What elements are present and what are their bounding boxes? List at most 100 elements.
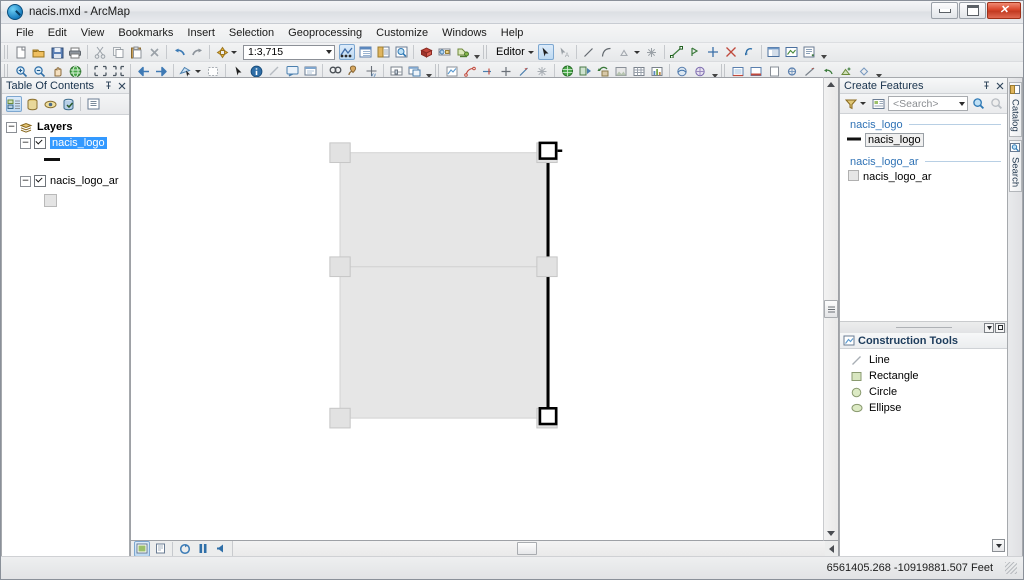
collapse-down-button[interactable] <box>984 322 994 333</box>
editor-tools-grip[interactable] <box>435 64 440 78</box>
python-window-icon[interactable] <box>454 44 470 60</box>
close-icon[interactable] <box>994 80 1005 91</box>
scroll-down-button[interactable] <box>824 527 838 540</box>
search-tab[interactable]: Search <box>1008 139 1022 192</box>
redo-icon[interactable] <box>189 44 205 60</box>
delete-icon[interactable] <box>146 44 162 60</box>
split-icon[interactable] <box>669 44 685 60</box>
create-features-window-icon[interactable] <box>802 44 818 60</box>
refresh-button[interactable] <box>177 541 193 557</box>
organize-templates-icon[interactable] <box>870 96 886 112</box>
reshape-icon[interactable] <box>723 44 739 60</box>
menu-item-windows[interactable]: Windows <box>435 26 494 40</box>
search-icon[interactable] <box>970 96 986 112</box>
edit-vertices-icon[interactable] <box>705 44 721 60</box>
map-scale-combo[interactable]: 1:3,715 <box>243 44 335 60</box>
editor-menu-label[interactable]: Editor <box>491 46 528 58</box>
toc-root-layers[interactable]: − Layers <box>2 119 129 135</box>
construction-tool-circle[interactable]: Circle <box>840 384 1007 400</box>
new-document-icon[interactable] <box>13 44 29 60</box>
polygon-symbol-swatch[interactable] <box>44 193 57 207</box>
map-horizontal-scrollbar[interactable] <box>232 541 825 556</box>
minimize-button[interactable] <box>931 2 958 19</box>
straight-segment-icon[interactable] <box>581 44 597 60</box>
collapse-icon[interactable]: − <box>20 175 31 187</box>
list-by-drawing-order-icon[interactable] <box>6 96 22 112</box>
pin-icon[interactable] <box>103 80 114 91</box>
construction-tool-rectangle[interactable]: Rectangle <box>840 368 1007 384</box>
editor-toolbar-toggle-icon[interactable] <box>339 44 355 60</box>
attributes-icon[interactable] <box>766 44 782 60</box>
menu-item-view[interactable]: View <box>74 26 112 40</box>
open-document-icon[interactable] <box>31 44 47 60</box>
menu-item-geoprocessing[interactable]: Geoprocessing <box>281 26 369 40</box>
toc-options-icon[interactable] <box>85 96 101 112</box>
close-button[interactable]: ✕ <box>987 2 1021 19</box>
toc-layer-nacis-logo-ar[interactable]: − nacis_logo_ar <box>2 173 129 189</box>
layer-visibility-checkbox[interactable] <box>34 137 46 149</box>
chevron-down-icon[interactable] <box>326 50 332 54</box>
edit-annotation-icon[interactable]: A <box>556 44 572 60</box>
toolbar3-grip[interactable] <box>721 64 726 78</box>
save-document-icon[interactable] <box>49 44 65 60</box>
table-of-contents-icon[interactable] <box>357 44 373 60</box>
toolbar3-overflow-button[interactable] <box>875 64 882 78</box>
scroll-right-button[interactable] <box>825 541 838 556</box>
menu-item-file[interactable]: File <box>9 26 41 40</box>
toc-tree[interactable]: − Layers − nacis_logo − nacis_logo_ar <box>2 115 129 556</box>
scroll-thumb[interactable] <box>517 542 538 555</box>
cut-icon[interactable] <box>92 44 108 60</box>
cut-polygons-icon[interactable] <box>741 44 757 60</box>
list-by-source-icon[interactable] <box>24 96 40 112</box>
toolbar-overflow-button[interactable] <box>473 45 480 59</box>
end-point-arc-icon[interactable] <box>599 44 615 60</box>
toc-symbol-nacis-logo[interactable] <box>2 151 129 167</box>
editor-toolbar-overflow-button[interactable] <box>821 45 828 59</box>
data-view-button[interactable] <box>134 540 150 557</box>
add-data-icon[interactable] <box>214 44 230 60</box>
layout-view-button[interactable] <box>152 541 168 557</box>
list-by-selection-icon[interactable] <box>60 96 76 112</box>
close-icon[interactable] <box>116 80 127 91</box>
sketch-properties-icon[interactable] <box>784 44 800 60</box>
splitter-grabber[interactable] <box>895 327 952 328</box>
toc-layer-nacis-logo[interactable]: − nacis_logo <box>2 135 129 151</box>
arctoolbox-icon[interactable] <box>418 44 434 60</box>
editor-menu-dropdown-icon[interactable] <box>527 50 534 54</box>
pin-icon[interactable] <box>981 80 992 91</box>
trace-dropdown-icon[interactable] <box>633 50 640 54</box>
menu-item-bookmarks[interactable]: Bookmarks <box>111 26 180 40</box>
catalog-tab[interactable]: Catalog <box>1008 82 1022 137</box>
menu-item-help[interactable]: Help <box>494 26 531 40</box>
toggle-drawing-button[interactable] <box>213 541 229 557</box>
scroll-down-icon[interactable] <box>992 539 1005 552</box>
menu-item-edit[interactable]: Edit <box>41 26 74 40</box>
feature-templates-list[interactable]: nacis_logo nacis_logo nacis_logo_ar naci… <box>840 114 1007 321</box>
menu-item-selection[interactable]: Selection <box>222 26 281 40</box>
add-data-dropdown-icon[interactable] <box>231 50 237 54</box>
undo-icon[interactable] <box>171 44 187 60</box>
pause-drawing-button[interactable] <box>195 541 211 557</box>
search-window-icon[interactable] <box>393 44 409 60</box>
layer-visibility-checkbox[interactable] <box>34 175 46 187</box>
print-icon[interactable] <box>67 44 83 60</box>
line-symbol-swatch[interactable] <box>44 157 60 161</box>
edit-tool-icon[interactable] <box>537 44 554 60</box>
resize-grip-icon[interactable] <box>1005 562 1017 574</box>
feature-template-nacis-logo[interactable]: nacis_logo <box>840 132 1007 148</box>
tools2-overflow-button[interactable] <box>711 64 718 78</box>
construction-tool-ellipse[interactable]: Ellipse <box>840 400 1007 416</box>
search-input[interactable]: <Search> <box>888 96 968 111</box>
toolbar-grip[interactable] <box>4 45 9 59</box>
trace-icon[interactable] <box>617 44 633 60</box>
model-builder-icon[interactable] <box>436 44 452 60</box>
collapse-icon[interactable]: − <box>20 137 31 149</box>
scroll-thumb[interactable] <box>824 300 838 318</box>
rotate-icon[interactable] <box>687 44 703 60</box>
map-vertical-scrollbar[interactable] <box>823 77 839 541</box>
collapse-icon[interactable]: − <box>6 121 17 133</box>
list-by-visibility-icon[interactable] <box>42 96 58 112</box>
construction-tool-line[interactable]: Line <box>840 352 1007 368</box>
tools-overflow-button[interactable] <box>425 64 432 78</box>
menu-item-customize[interactable]: Customize <box>369 26 435 40</box>
